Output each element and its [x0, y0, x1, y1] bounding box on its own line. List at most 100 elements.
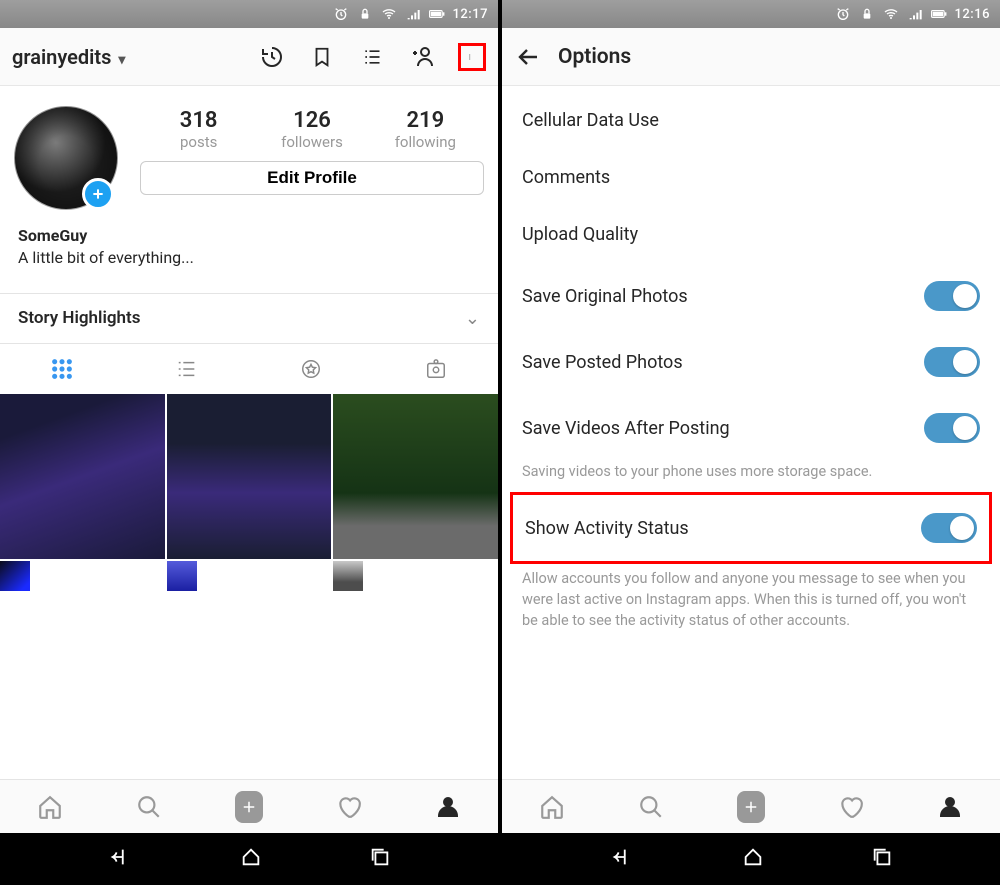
following-stat[interactable]: 219 following: [369, 108, 482, 151]
posts-count: 318: [142, 108, 255, 133]
posts-label: posts: [142, 133, 255, 151]
nav-profile[interactable]: [434, 793, 462, 821]
following-label: following: [369, 133, 482, 151]
battery-icon: [931, 6, 947, 22]
bio-desc: A little bit of everything...: [18, 248, 480, 267]
archive-icon[interactable]: [258, 43, 286, 71]
tab-list[interactable]: [125, 344, 250, 394]
nav-add[interactable]: [235, 793, 263, 821]
add-story-icon[interactable]: [82, 178, 114, 210]
option-upload-quality[interactable]: Upload Quality: [502, 206, 1000, 263]
profile-bio: SomeGuy A little bit of everything...: [0, 218, 498, 285]
photo-thumbnail[interactable]: [0, 394, 165, 559]
toggle-activity-status[interactable]: [921, 513, 977, 543]
toggle-save-original[interactable]: [924, 281, 980, 311]
username-text: grainyedits: [12, 45, 111, 69]
alarm-icon: [333, 6, 349, 22]
nav-profile[interactable]: [936, 793, 964, 821]
android-recents-icon[interactable]: [369, 846, 391, 872]
option-save-original[interactable]: Save Original Photos: [502, 263, 1000, 329]
save-videos-help-text: Saving videos to your phone uses more st…: [502, 461, 1000, 488]
bottom-nav: [0, 779, 498, 833]
posts-stat[interactable]: 318 posts: [142, 108, 255, 151]
toggle-save-posted[interactable]: [924, 347, 980, 377]
photo-thumbnail[interactable]: [333, 394, 498, 559]
profile-tabs: [0, 343, 498, 394]
options-list[interactable]: Cellular Data Use Comments Upload Qualit…: [502, 86, 1000, 779]
option-label: Save Posted Photos: [522, 352, 683, 373]
lock-icon: [357, 6, 373, 22]
option-label: Upload Quality: [522, 224, 638, 245]
option-save-posted[interactable]: Save Posted Photos: [502, 329, 1000, 395]
chevron-down-icon: ▾: [118, 52, 125, 68]
option-label: Cellular Data Use: [522, 110, 659, 131]
nav-search[interactable]: [135, 793, 163, 821]
android-nav: [0, 833, 498, 885]
option-label: Save Original Photos: [522, 286, 688, 307]
android-recents-icon[interactable]: [871, 846, 893, 872]
nav-search[interactable]: [637, 793, 665, 821]
android-home-icon[interactable]: [240, 846, 262, 872]
nav-add[interactable]: [737, 793, 765, 821]
android-back-icon[interactable]: [609, 846, 635, 872]
menu-icon[interactable]: [458, 43, 486, 71]
followers-stat[interactable]: 126 followers: [255, 108, 368, 151]
option-cellular-data[interactable]: Cellular Data Use: [502, 92, 1000, 149]
nav-home[interactable]: [538, 793, 566, 821]
options-screen: 12:16 Options Cellular Data Use Comments…: [502, 0, 1000, 885]
profile-screen: 12:17 grainyedits ▾: [0, 0, 498, 885]
bottom-nav: [502, 779, 1000, 833]
edit-profile-button[interactable]: Edit Profile: [140, 161, 484, 195]
option-save-videos[interactable]: Save Videos After Posting: [502, 395, 1000, 461]
nav-activity[interactable]: [837, 793, 865, 821]
followers-count: 126: [255, 108, 368, 133]
photo-thumbnail[interactable]: [333, 561, 363, 591]
profile-row: 318 posts 126 followers 219 following Ed…: [0, 86, 498, 218]
photo-thumbnail[interactable]: [167, 394, 332, 559]
android-nav: [502, 833, 1000, 885]
list-icon[interactable]: [358, 43, 386, 71]
nav-home[interactable]: [36, 793, 64, 821]
photo-thumbnail[interactable]: [167, 561, 197, 591]
toggle-save-videos[interactable]: [924, 413, 980, 443]
discover-people-icon[interactable]: [408, 43, 436, 71]
status-time: 12:16: [955, 7, 990, 22]
bookmark-icon[interactable]: [308, 43, 336, 71]
signal-icon: [907, 6, 923, 22]
wifi-icon: [381, 6, 397, 22]
photo-grid: [0, 394, 498, 591]
android-back-icon[interactable]: [107, 846, 133, 872]
status-bar: 12:17: [0, 0, 498, 28]
username-dropdown[interactable]: grainyedits ▾: [12, 45, 125, 69]
followers-label: followers: [255, 133, 368, 151]
option-label: Show Activity Status: [525, 518, 689, 539]
story-highlights-row[interactable]: Story Highlights ⌄: [0, 294, 498, 343]
back-button[interactable]: [514, 45, 544, 69]
alarm-icon: [835, 6, 851, 22]
avatar[interactable]: [14, 106, 118, 210]
battery-icon: [429, 6, 445, 22]
lock-icon: [859, 6, 875, 22]
chevron-down-icon: ⌄: [465, 308, 480, 329]
story-highlights-label: Story Highlights: [18, 308, 141, 329]
activity-status-help-text: Allow accounts you follow and anyone you…: [502, 568, 1000, 637]
android-home-icon[interactable]: [742, 846, 764, 872]
wifi-icon: [883, 6, 899, 22]
option-label: Comments: [522, 167, 610, 188]
nav-activity[interactable]: [335, 793, 363, 821]
options-header: Options: [502, 28, 1000, 86]
profile-header: grainyedits ▾: [0, 28, 498, 86]
options-title: Options: [558, 45, 631, 69]
option-comments[interactable]: Comments: [502, 149, 1000, 206]
photo-thumbnail[interactable]: [0, 561, 30, 591]
tab-photos-of-you[interactable]: [374, 344, 499, 394]
tab-tagged[interactable]: [249, 344, 374, 394]
bio-name: SomeGuy: [18, 224, 480, 248]
status-bar: 12:16: [502, 0, 1000, 28]
option-activity-status[interactable]: Show Activity Status: [513, 495, 989, 561]
signal-icon: [405, 6, 421, 22]
tab-grid[interactable]: [0, 344, 125, 394]
following-count: 219: [369, 108, 482, 133]
option-label: Save Videos After Posting: [522, 418, 730, 439]
activity-status-highlight: Show Activity Status: [510, 492, 992, 564]
